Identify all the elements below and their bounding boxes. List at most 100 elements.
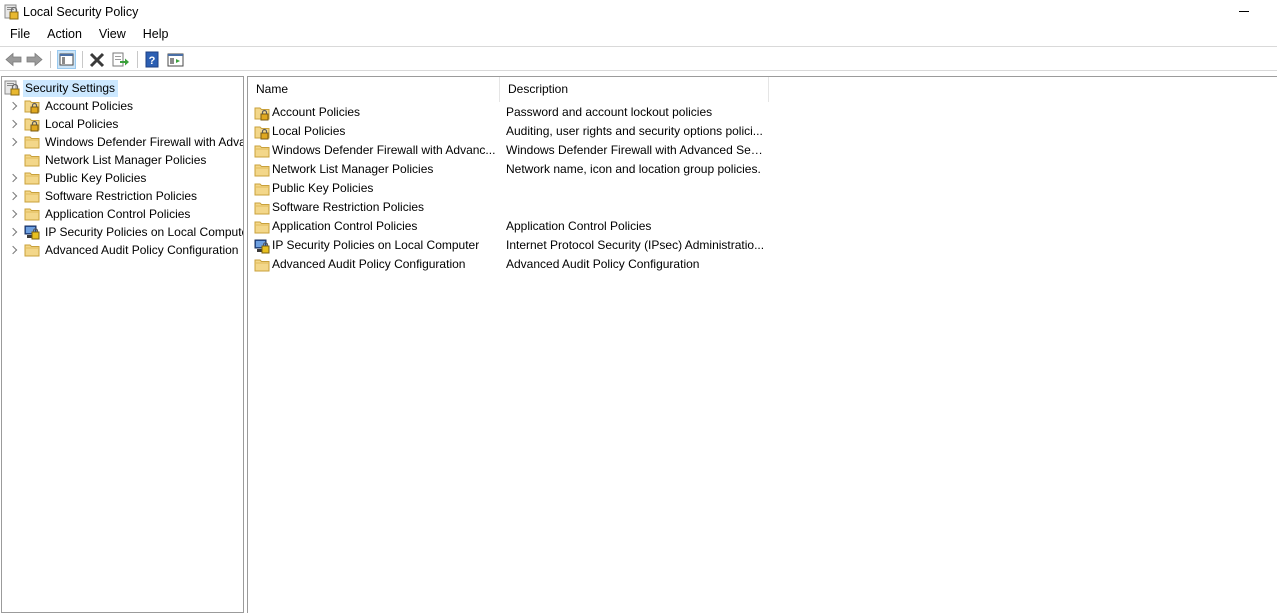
- list-item-description: Advanced Audit Policy Configuration: [506, 257, 700, 271]
- list-row-advanced-audit-policy-configuration[interactable]: Advanced Audit Policy Configuration Advan…: [248, 255, 769, 274]
- expand-chevron-icon[interactable]: [9, 133, 19, 151]
- list-item-name: Account Policies: [272, 105, 361, 119]
- folder-icon: [254, 181, 270, 197]
- list-item-name: Windows Defender Firewall with Advanc...: [272, 143, 496, 157]
- tree-item-ip-security-policies-on-local-compute[interactable]: IP Security Policies on Local Compute: [2, 223, 244, 241]
- details-list: Name Description Account Policies Passwor…: [247, 76, 1277, 613]
- console-tree: Security Settings Account Policies Local …: [1, 76, 244, 613]
- list-row-network-list-manager-policies[interactable]: Network List Manager Policies Network nam…: [248, 160, 769, 179]
- list-item-description: [506, 179, 766, 198]
- tree-item-label: Application Control Policies: [45, 207, 191, 221]
- tree-item-label: Local Policies: [45, 117, 119, 131]
- list-row-account-policies[interactable]: Account Policies Password and account loc…: [248, 103, 769, 122]
- expand-chevron-icon[interactable]: [9, 241, 19, 259]
- list-cell-name: Local Policies: [254, 122, 496, 141]
- list-cell-name: Account Policies: [254, 103, 496, 122]
- expand-chevron-icon[interactable]: [9, 169, 19, 187]
- lock-folder-icon: [24, 98, 40, 114]
- ip-security-icon: [254, 238, 270, 254]
- tree-item-application-control-policies[interactable]: Application Control Policies: [2, 205, 190, 223]
- tree-item-windows-defender-firewall-with-adva[interactable]: Windows Defender Firewall with Adva: [2, 133, 244, 151]
- list-item-name: Application Control Policies: [272, 219, 418, 233]
- column-header-description[interactable]: Description: [500, 77, 769, 102]
- tree-item-label: Windows Defender Firewall with Adva: [45, 135, 244, 149]
- back-icon[interactable]: [4, 50, 23, 69]
- folder-icon: [24, 188, 40, 204]
- list-cell-name: Network List Manager Policies: [254, 160, 496, 179]
- folder-icon: [24, 242, 40, 258]
- tree-item-label: IP Security Policies on Local Compute: [45, 225, 244, 239]
- list-item-description: Application Control Policies: [506, 219, 652, 233]
- help-icon[interactable]: ?: [143, 50, 162, 69]
- list-item-name: Network List Manager Policies: [272, 162, 434, 176]
- tree-item-account-policies[interactable]: Account Policies: [2, 97, 133, 115]
- local-security-policy-app-icon: [4, 4, 19, 20]
- expand-chevron-icon[interactable]: [9, 97, 19, 115]
- toolbar-separator: [137, 51, 138, 68]
- list-row-application-control-policies[interactable]: Application Control Policies Application …: [248, 217, 769, 236]
- lock-folder-icon: [24, 116, 40, 132]
- tree-item-local-policies[interactable]: Local Policies: [2, 115, 118, 133]
- list-item-description: Auditing, user rights and security optio…: [506, 124, 763, 138]
- list-cell-name: Advanced Audit Policy Configuration: [254, 255, 496, 274]
- list-cell-name: Public Key Policies: [254, 179, 496, 198]
- expand-chevron-icon[interactable]: [9, 223, 19, 241]
- list-row-windows-defender-firewall-with-advanc[interactable]: Windows Defender Firewall with Advanc...…: [248, 141, 769, 160]
- show-hide-console-tree-icon[interactable]: [57, 50, 76, 69]
- expand-chevron-icon[interactable]: [9, 187, 19, 205]
- lock-folder-icon: [254, 124, 270, 140]
- list-item-name: Software Restriction Policies: [272, 200, 425, 214]
- tree-item-label: Account Policies: [45, 99, 134, 113]
- svg-text:?: ?: [149, 55, 156, 67]
- menu-action[interactable]: Action: [37, 25, 89, 45]
- toolbar-separator: [50, 51, 51, 68]
- list-row-ip-security-policies-on-local-computer[interactable]: IP Security Policies on Local Computer In…: [248, 236, 769, 255]
- lock-folder-icon: [254, 105, 270, 121]
- tree-root-security-settings[interactable]: Security Settings: [4, 79, 119, 97]
- tree-item-label: Public Key Policies: [45, 171, 147, 185]
- list-item-description: Network name, icon and location group po…: [506, 162, 761, 176]
- menu-file[interactable]: File: [0, 25, 37, 45]
- column-header-name[interactable]: Name: [248, 77, 500, 102]
- expand-chevron-icon[interactable]: [9, 205, 19, 223]
- tree-item-label: Network List Manager Policies: [45, 153, 207, 167]
- folder-icon: [24, 152, 40, 168]
- tree-item-label: Software Restriction Policies: [45, 189, 198, 203]
- menu-help[interactable]: Help: [133, 25, 176, 45]
- export-list-icon[interactable]: [111, 50, 130, 69]
- title-bar: Local Security Policy: [0, 0, 1277, 25]
- tree-item-label: Advanced Audit Policy Configuration: [45, 243, 239, 257]
- tree-item-network-list-manager-policies[interactable]: Network List Manager Policies: [2, 151, 206, 169]
- list-row-public-key-policies[interactable]: Public Key Policies: [248, 179, 769, 198]
- expand-chevron-icon[interactable]: [9, 115, 19, 133]
- folder-icon: [254, 143, 270, 159]
- menu-bar: File Action View Help: [0, 25, 1277, 45]
- tree-root-label: Security Settings: [23, 79, 119, 97]
- tree-item-public-key-policies[interactable]: Public Key Policies: [2, 169, 146, 187]
- tree-item-software-restriction-policies[interactable]: Software Restriction Policies: [2, 187, 197, 205]
- list-item-description: Password and account lockout policies: [506, 105, 713, 119]
- menu-view[interactable]: View: [89, 25, 133, 45]
- list-item-name: Advanced Audit Policy Configuration: [272, 257, 466, 271]
- properties-icon[interactable]: [166, 50, 185, 69]
- list-cell-name: IP Security Policies on Local Computer: [254, 236, 496, 255]
- folder-icon: [24, 206, 40, 222]
- folder-icon: [254, 162, 270, 178]
- list-item-name: Public Key Policies: [272, 181, 374, 195]
- folder-icon: [254, 200, 270, 216]
- minimize-button[interactable]: [1235, 1, 1255, 19]
- folder-icon: [24, 170, 40, 186]
- list-row-software-restriction-policies[interactable]: Software Restriction Policies: [248, 198, 769, 217]
- delete-icon[interactable]: [88, 50, 107, 69]
- list-cell-name: Software Restriction Policies: [254, 198, 496, 217]
- toolbar: ?: [0, 46, 1277, 71]
- folder-icon: [24, 134, 40, 150]
- list-row-local-policies[interactable]: Local Policies Auditing, user rights and …: [248, 122, 769, 141]
- list-item-name: IP Security Policies on Local Computer: [272, 238, 480, 252]
- list-item-description: Windows Defender Firewall with Advanced …: [506, 143, 766, 157]
- window-title: Local Security Policy: [23, 5, 139, 19]
- security-settings-icon: [4, 80, 20, 96]
- tree-item-advanced-audit-policy-configuration[interactable]: Advanced Audit Policy Configuration: [2, 241, 238, 259]
- list-item-description: [506, 198, 766, 217]
- forward-icon[interactable]: [25, 50, 44, 69]
